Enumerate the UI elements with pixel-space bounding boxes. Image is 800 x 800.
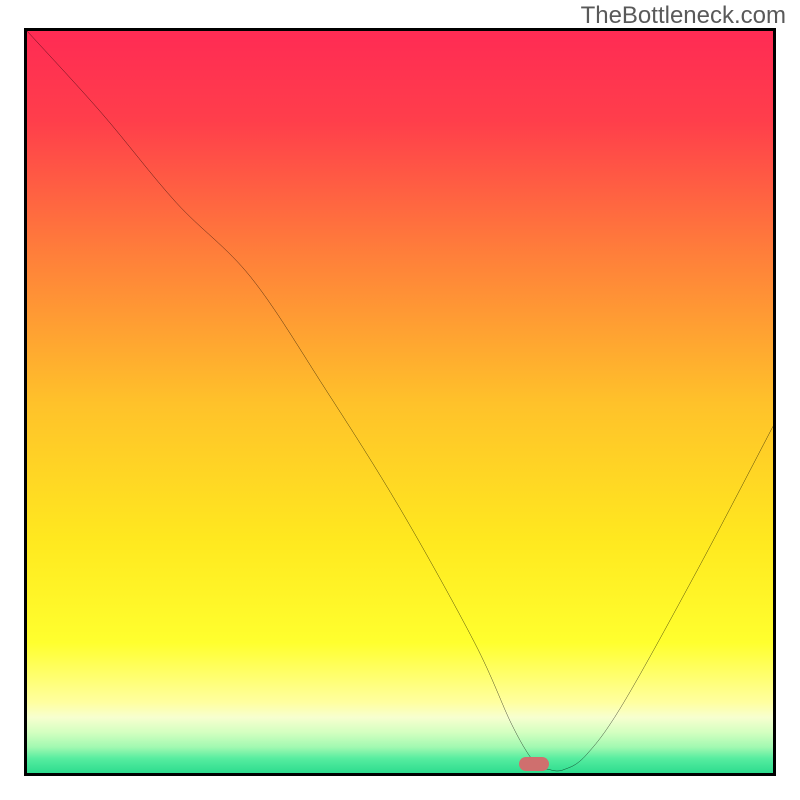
- plot-area: [24, 28, 776, 776]
- chart-frame: TheBottleneck.com: [0, 0, 800, 800]
- watermark-text: TheBottleneck.com: [581, 2, 786, 30]
- optimal-point-marker: [519, 757, 549, 771]
- bottleneck-curve: [27, 31, 773, 776]
